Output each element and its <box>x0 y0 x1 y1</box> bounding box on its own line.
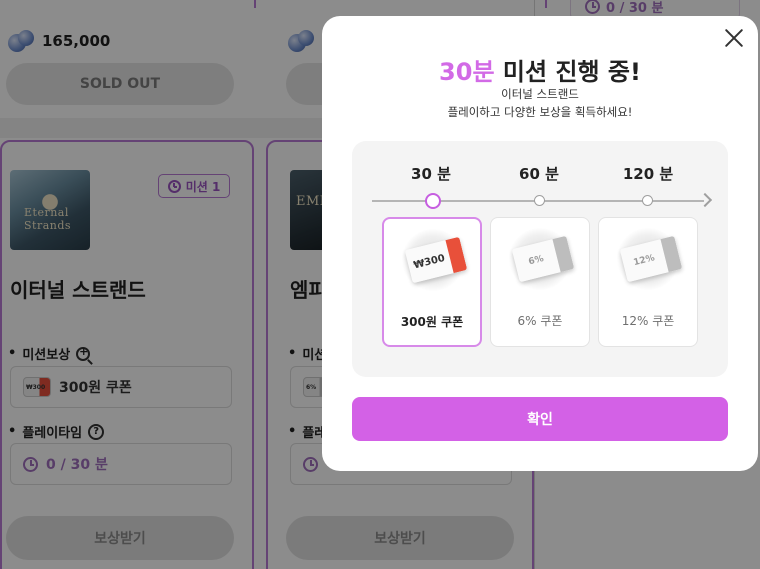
milestone-dot-current <box>425 193 441 209</box>
mission-progress-panel: 30 분 60 분 120 분 ₩300 300원 쿠폰 6% 6% 쿠폰 12… <box>352 141 728 377</box>
reward-card[interactable]: ₩300 300원 쿠폰 <box>382 217 482 347</box>
title-highlight: 30분 <box>439 58 495 86</box>
modal-description: 플레이하고 다양한 보상을 획득하세요! <box>447 105 633 119</box>
reward-name: 300원 쿠폰 <box>400 315 464 329</box>
modal-subtitle: 이터널 스트랜드 <box>501 87 579 101</box>
mission-modal: 30분 미션 진행 중! 이터널 스트랜드 플레이하고 다양한 보상을 획득하세… <box>322 16 758 471</box>
milestone-label: 30 분 <box>411 165 451 183</box>
reward-card[interactable]: 6% 6% 쿠폰 <box>490 217 590 347</box>
confirm-button[interactable]: 확인 <box>352 397 728 441</box>
reward-name: 12% 쿠폰 <box>621 314 675 328</box>
arrow-right-icon <box>697 192 713 208</box>
milestone-dot <box>534 195 545 206</box>
title-rest: 미션 진행 중! <box>494 58 641 86</box>
reward-name: 6% 쿠폰 <box>517 314 563 328</box>
milestone-dot <box>642 195 653 206</box>
reward-card[interactable]: 12% 12% 쿠폰 <box>598 217 698 347</box>
close-icon[interactable] <box>724 28 744 48</box>
modal-title: 30분 미션 진행 중! <box>322 52 758 87</box>
milestone-label: 60 분 <box>519 165 559 183</box>
milestone-label: 120 분 <box>622 165 674 183</box>
